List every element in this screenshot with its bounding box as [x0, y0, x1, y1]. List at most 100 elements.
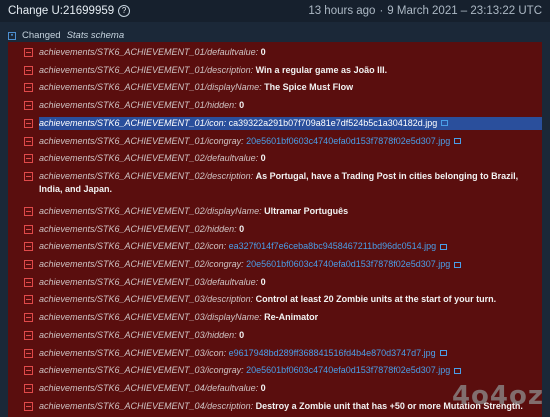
diff-row: achievements/STK6_ACHIEVEMENT_02/display… [24, 205, 542, 218]
diff-key: achievements/STK6_ACHIEVEMENT_01/hidden: [39, 100, 237, 111]
diff-row: achievements/STK6_ACHIEVEMENT_01/hidden:… [24, 99, 542, 112]
absolute-time: 9 March 2021 – 23:13:22 UTC [387, 5, 542, 17]
external-link-icon[interactable] [454, 367, 462, 374]
diff-key: achievements/STK6_ACHIEVEMENT_01/default… [39, 47, 259, 57]
diff-row-text: achievements/STK6_ACHIEVEMENT_01/hidden:… [39, 99, 542, 112]
group-header[interactable]: ▪ Changed Stats schema [8, 30, 124, 41]
diff-value: 0 [239, 100, 245, 111]
diff-row-text: achievements/STK6_ACHIEVEMENT_02/display… [39, 205, 542, 218]
diff-row: achievements/STK6_ACHIEVEMENT_01/default… [24, 46, 542, 59]
diff-row: achievements/STK6_ACHIEVEMENT_03/display… [24, 311, 542, 324]
diff-key: achievements/STK6_ACHIEVEMENT_02/descrip… [39, 170, 254, 181]
collapse-box-icon[interactable]: ▪ [8, 31, 16, 40]
diff-row-text: achievements/STK6_ACHIEVEMENT_02/descrip… [39, 170, 542, 196]
minus-box-icon [24, 171, 33, 181]
diff-key: achievements/STK6_ACHIEVEMENT_04/descrip… [39, 400, 254, 411]
diff-value: 0 [260, 153, 266, 164]
diff-value-link[interactable]: 20e5601bf0603c4740efa0d153f7878f02e5d307… [246, 365, 450, 375]
diff-key: achievements/STK6_ACHIEVEMENT_02/default… [39, 153, 259, 164]
change-title-group: Change U:21699959 ? [8, 5, 131, 17]
group-name: Stats schema [66, 30, 125, 41]
diff-value-link[interactable]: 20e5601bf0603c4740efa0d153f7878f02e5d307… [246, 136, 450, 146]
diff-row: achievements/STK6_ACHIEVEMENT_01/icon: c… [24, 116, 542, 130]
diff-key: achievements/STK6_ACHIEVEMENT_01/icongra… [39, 135, 244, 146]
diff-key: achievements/STK6_ACHIEVEMENT_03/default… [39, 276, 259, 287]
diff-row: achievements/STK6_ACHIEVEMENT_02/icongra… [24, 258, 542, 271]
diff-key: achievements/STK6_ACHIEVEMENT_03/descrip… [39, 294, 254, 305]
diff-row-text: achievements/STK6_ACHIEVEMENT_02/hidden:… [39, 223, 542, 236]
diff-row-text: achievements/STK6_ACHIEVEMENT_01/descrip… [39, 64, 542, 77]
diff-row: achievements/STK6_ACHIEVEMENT_02/default… [24, 152, 542, 165]
minus-box-icon [24, 383, 33, 393]
minus-box-icon [24, 313, 33, 323]
external-link-icon[interactable] [454, 138, 462, 145]
minus-box-icon [24, 154, 33, 164]
diff-key: achievements/STK6_ACHIEVEMENT_03/hidden: [39, 329, 237, 340]
diff-row: achievements/STK6_ACHIEVEMENT_01/display… [24, 81, 542, 94]
minus-box-icon [24, 118, 33, 128]
minus-box-icon [24, 295, 33, 305]
relative-time: 13 hours ago [308, 5, 376, 17]
change-title: Change U:21699959 [8, 5, 115, 17]
diff-row: achievements/STK6_ACHIEVEMENT_03/icongra… [24, 364, 542, 377]
diff-key: achievements/STK6_ACHIEVEMENT_03/display… [39, 312, 262, 323]
external-link-icon[interactable] [439, 350, 447, 357]
minus-box-icon [24, 65, 33, 75]
diff-row-text: achievements/STK6_ACHIEVEMENT_02/icongra… [39, 258, 542, 271]
diff-value: 0 [239, 223, 245, 234]
diff-row: achievements/STK6_ACHIEVEMENT_03/default… [24, 276, 542, 289]
diff-key: achievements/STK6_ACHIEVEMENT_04/default… [39, 382, 259, 393]
diff-row: achievements/STK6_ACHIEVEMENT_02/hidden:… [24, 223, 542, 236]
diff-value-link[interactable]: e9617948bd289ff368841516fd4b4e870d3747d7… [229, 348, 436, 358]
diff-key: achievements/STK6_ACHIEVEMENT_01/icon: [39, 117, 227, 128]
time-separator: · [379, 5, 384, 17]
minus-box-icon [24, 330, 33, 340]
diff-value: The Spice Must Flow [264, 82, 354, 93]
diff-value: 0 [260, 47, 266, 57]
diff-row: achievements/STK6_ACHIEVEMENT_02/descrip… [24, 170, 542, 196]
minus-box-icon [24, 206, 33, 216]
minus-box-icon [24, 401, 33, 411]
diff-key: achievements/STK6_ACHIEVEMENT_03/icongra… [39, 365, 244, 376]
minus-box-icon [24, 136, 33, 146]
minus-box-icon [24, 277, 33, 287]
minus-box-icon [24, 48, 33, 57]
group-prefix: Changed [22, 30, 61, 41]
diff-key: achievements/STK6_ACHIEVEMENT_02/hidden: [39, 223, 237, 234]
diff-row-text: achievements/STK6_ACHIEVEMENT_03/descrip… [39, 293, 542, 306]
external-link-icon[interactable] [440, 243, 448, 250]
minus-box-icon [24, 366, 33, 376]
diff-value-link[interactable]: 20e5601bf0603c4740efa0d153f7878f02e5d307… [246, 259, 450, 269]
diff-row-text: achievements/STK6_ACHIEVEMENT_01/default… [39, 46, 542, 59]
diff-value: 0 [260, 382, 266, 393]
external-link-icon[interactable] [441, 120, 449, 127]
diff-key: achievements/STK6_ACHIEVEMENT_01/display… [39, 82, 262, 93]
diff-row: achievements/STK6_ACHIEVEMENT_01/descrip… [24, 64, 542, 77]
diff-value-link[interactable]: ea327f014f7e6ceba8bc9458467211bd96dc0514… [229, 241, 437, 251]
diff-value: Re-Animator [264, 312, 319, 323]
diff-key: achievements/STK6_ACHIEVEMENT_02/icongra… [39, 259, 244, 269]
header-bar: Change U:21699959 ? 13 hours ago · 9 March… [0, 0, 550, 22]
diff-row: achievements/STK6_ACHIEVEMENT_02/icon: e… [24, 240, 542, 253]
diff-row: achievements/STK6_ACHIEVEMENT_03/descrip… [24, 293, 542, 306]
diff-row-text: achievements/STK6_ACHIEVEMENT_03/icongra… [39, 364, 542, 377]
diff-row-text: achievements/STK6_ACHIEVEMENT_02/icon: e… [39, 240, 542, 253]
diff-row-text: achievements/STK6_ACHIEVEMENT_03/display… [39, 311, 542, 324]
diff-row-text: achievements/STK6_ACHIEVEMENT_01/icon: c… [39, 116, 542, 130]
minus-box-icon [24, 83, 33, 93]
diff-key: achievements/STK6_ACHIEVEMENT_01/descrip… [39, 64, 254, 75]
external-link-icon[interactable] [454, 261, 462, 268]
diff-key: achievements/STK6_ACHIEVEMENT_02/icon: [39, 241, 227, 252]
minus-box-icon [24, 348, 33, 358]
diff-row: achievements/STK6_ACHIEVEMENT_03/hidden:… [24, 329, 542, 342]
diff-value-link[interactable]: ca39322a291b07f709a81e7df524b5c1a304182d… [229, 118, 438, 128]
diff-row-text: achievements/STK6_ACHIEVEMENT_03/hidden:… [39, 329, 542, 342]
minus-box-icon [24, 242, 33, 252]
diff-value: Control at least 20 Zombie units at the … [255, 294, 497, 305]
diff-row-text: achievements/STK6_ACHIEVEMENT_01/display… [39, 81, 542, 94]
change-timestamp: 13 hours ago · 9 March 2021 – 23:13:22 UTC [308, 5, 542, 17]
help-icon[interactable]: ? [118, 5, 131, 17]
diff-row-text: achievements/STK6_ACHIEVEMENT_01/icongra… [39, 135, 542, 148]
watermark-logo: 4o4oz [451, 381, 544, 411]
diff-key: achievements/STK6_ACHIEVEMENT_02/display… [39, 205, 262, 216]
